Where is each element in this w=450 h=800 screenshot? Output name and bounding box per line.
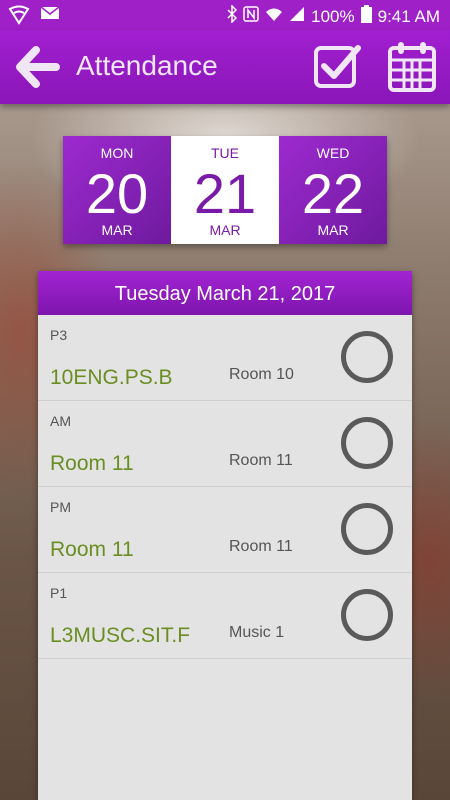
mail-icon xyxy=(40,5,60,30)
day-number: 21 xyxy=(193,162,257,225)
period-label: P3 xyxy=(50,327,68,343)
panel-date-header: Tuesday March 21, 2017 xyxy=(38,271,412,315)
wifi-icon xyxy=(265,6,283,27)
battery-icon xyxy=(360,5,372,28)
attendance-toggle[interactable] xyxy=(341,417,393,469)
date-tile-prev[interactable]: MON 20 MAR xyxy=(63,136,171,244)
day-of-week: WED xyxy=(316,145,350,161)
class-row[interactable]: P1 L3MUSC.SIT.F Music 1 xyxy=(38,573,412,659)
attendance-toggle[interactable] xyxy=(341,503,393,555)
nfc-icon xyxy=(243,6,259,27)
day-number: 20 xyxy=(85,162,149,225)
room-name: Room 11 xyxy=(229,452,293,469)
class-name: Room 11 xyxy=(50,452,134,475)
room-name: Music 1 xyxy=(229,624,285,641)
calendar-button[interactable] xyxy=(386,40,438,94)
page-title: Attendance xyxy=(76,50,218,81)
class-name: Room 11 xyxy=(50,538,134,561)
checkbox-icon xyxy=(314,45,361,88)
date-tile-next[interactable]: WED 22 MAR xyxy=(279,136,387,244)
period-label: P1 xyxy=(50,585,68,601)
date-strip: MON 20 MAR TUE 21 MAR WED 22 MAR xyxy=(63,136,387,244)
day-number: 22 xyxy=(301,162,365,225)
class-row[interactable]: PM Room 11 Room 11 xyxy=(38,487,412,573)
day-of-week: MON xyxy=(100,145,134,161)
battery-percent: 100% xyxy=(311,6,355,26)
shield-wifi-icon xyxy=(8,5,30,30)
attendance-toggle[interactable] xyxy=(341,589,393,641)
app-bar: Attendance xyxy=(0,30,450,104)
month: MAR xyxy=(209,222,241,238)
back-button[interactable] xyxy=(14,44,60,90)
signal-icon xyxy=(289,6,305,27)
calendar-icon xyxy=(388,42,436,92)
class-row[interactable]: P3 10ENG.PS.B Room 10 xyxy=(38,315,412,401)
month: MAR xyxy=(101,222,133,238)
mark-attendance-button[interactable] xyxy=(312,42,362,92)
room-name: Room 10 xyxy=(229,366,294,383)
period-label: AM xyxy=(50,413,71,429)
class-row[interactable]: AM Room 11 Room 11 xyxy=(38,401,412,487)
bluetooth-icon xyxy=(227,4,238,28)
class-name: L3MUSC.SIT.F xyxy=(50,624,191,647)
day-of-week: TUE xyxy=(211,145,239,161)
clock: 9:41 AM xyxy=(377,6,440,26)
room-name: Room 11 xyxy=(229,538,293,555)
attendance-panel: Tuesday March 21, 2017 P3 10ENG.PS.B Roo… xyxy=(38,271,412,800)
date-tile-selected[interactable]: TUE 21 MAR xyxy=(171,136,279,244)
attendance-toggle[interactable] xyxy=(341,331,393,383)
month: MAR xyxy=(317,222,349,238)
class-name: 10ENG.PS.B xyxy=(50,366,173,389)
period-label: PM xyxy=(50,499,71,515)
back-arrow-icon xyxy=(16,46,60,88)
status-bar: 100% 9:41 AM xyxy=(0,0,450,30)
